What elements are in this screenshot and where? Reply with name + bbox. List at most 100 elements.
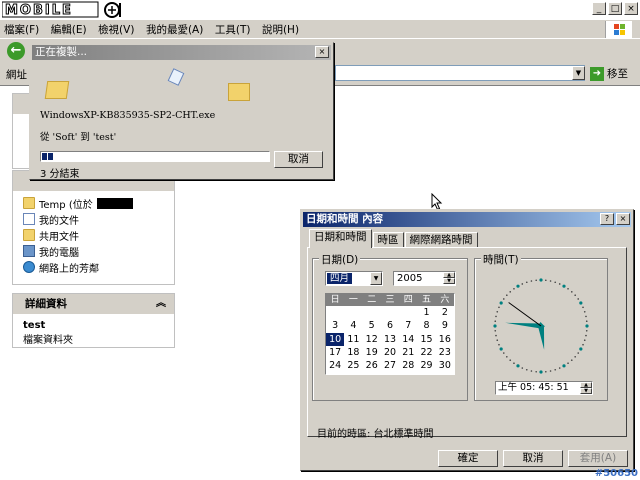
link-my-computer[interactable]: 我的電腦 <box>23 243 164 259</box>
minute-tick <box>509 359 512 361</box>
calendar-day[interactable]: 23 <box>436 346 454 359</box>
link-shared-documents[interactable]: 共用文件 <box>23 227 164 243</box>
year-value: 2005 <box>397 273 423 284</box>
tab-date-time[interactable]: 日期和時間 <box>309 229 372 248</box>
link-temp[interactable]: Temp (位於 <box>23 195 164 211</box>
hour-tick <box>516 364 520 368</box>
minute-tick <box>521 367 524 369</box>
back-arrow-icon[interactable]: ← <box>7 42 25 60</box>
calendar-day[interactable]: 10 <box>326 332 345 346</box>
calendar-day[interactable]: 30 <box>436 359 454 372</box>
minute-tick <box>570 291 573 293</box>
month-select[interactable]: 四月 ▼ <box>325 271 383 286</box>
dialog-close-button[interactable]: × <box>616 213 630 225</box>
weekday-header: 日 <box>330 295 340 305</box>
calendar-day[interactable]: 21 <box>399 346 417 359</box>
cancel-button[interactable]: 取消 <box>503 450 563 467</box>
calendar-blank <box>344 306 362 319</box>
minute-tick <box>558 367 561 369</box>
calendar-day[interactable]: 8 <box>417 319 435 332</box>
calendar-day[interactable]: 7 <box>399 319 417 332</box>
maximize-button[interactable]: □ <box>608 2 622 15</box>
other-places-list: Temp (位於 我的文件 共用文件 我的電腦 網路上的芳鄰 <box>13 191 174 279</box>
calendar-day[interactable]: 15 <box>417 333 435 346</box>
calendar-day[interactable]: 13 <box>381 333 399 346</box>
calendar-day[interactable]: 14 <box>399 333 417 346</box>
link-network-places[interactable]: 網路上的芳鄰 <box>23 259 164 275</box>
minute-tick <box>554 281 557 284</box>
details-title: 詳細資料 <box>25 298 67 310</box>
menu-view[interactable]: 檢視(V) <box>94 20 138 37</box>
help-button[interactable]: ? <box>600 213 614 225</box>
minute-tick <box>502 298 505 300</box>
tab-time-zone[interactable]: 時區 <box>372 232 404 248</box>
calendar-day[interactable]: 27 <box>381 359 399 372</box>
calendar-day[interactable]: 24 <box>326 359 344 372</box>
calendar-day[interactable]: 16 <box>436 333 454 346</box>
watermark: #50650 <box>594 468 638 479</box>
hour-tick <box>539 370 543 374</box>
copy-cancel-button[interactable]: 取消 <box>274 151 323 168</box>
go-button[interactable]: ➜ 移至 <box>590 66 628 81</box>
spin-down-icon[interactable]: ▼ <box>443 278 455 284</box>
weekday-header: 一 <box>348 295 358 305</box>
calendar-day[interactable]: 25 <box>344 359 362 372</box>
flying-document-icon <box>167 68 185 86</box>
address-input[interactable] <box>335 65 585 81</box>
ok-button[interactable]: 確定 <box>438 450 498 467</box>
minute-tick <box>506 355 508 358</box>
minute-tick <box>570 359 573 361</box>
time-spin-buttons: ▲ ▼ <box>580 382 592 395</box>
calendar-day[interactable]: 1 <box>417 306 435 319</box>
close-button[interactable]: × <box>624 2 638 15</box>
calendar-blank <box>381 306 399 319</box>
calendar-day[interactable]: 2 <box>436 306 454 319</box>
minute-tick <box>549 370 552 372</box>
link-my-documents[interactable]: 我的文件 <box>23 211 164 227</box>
calendar-day[interactable]: 18 <box>344 346 362 359</box>
menu-edit[interactable]: 編輯(E) <box>47 20 91 37</box>
spin-down-icon[interactable]: ▼ <box>580 388 592 394</box>
minimize-button[interactable]: _ <box>592 2 606 15</box>
calendar-day[interactable]: 17 <box>326 346 344 359</box>
calendar-day[interactable]: 26 <box>363 359 381 372</box>
address-dropdown-icon[interactable]: ▼ <box>572 66 585 80</box>
collapse-chevron-icon[interactable]: ︽ <box>156 294 166 314</box>
date-time-panel: 日期(D) 四月 ▼ 2005 ▲ ▼ 日一二三四五六 1 2 3 4 5 6 7 8 9 10 1… <box>307 247 627 440</box>
details-body: test 檔案資料夾 <box>13 314 174 350</box>
calendar-day[interactable]: 19 <box>363 346 381 359</box>
redacted-block <box>96 197 133 209</box>
weekday-header: 四 <box>403 295 413 305</box>
calendar-day[interactable]: 3 <box>326 319 344 332</box>
menu-tools[interactable]: 工具(T) <box>211 20 255 37</box>
calendar-day[interactable]: 22 <box>417 346 435 359</box>
calendar-day[interactable]: 20 <box>381 346 399 359</box>
minute-tick <box>496 339 499 342</box>
details-pane: 詳細資料 ︽ test 檔案資料夾 <box>12 293 175 348</box>
document-icon <box>23 213 35 225</box>
calendar-day[interactable]: 28 <box>399 359 417 372</box>
calendar-day[interactable]: 4 <box>344 319 362 332</box>
chevron-down-icon[interactable]: ▼ <box>370 272 382 285</box>
tab-internet-time[interactable]: 網際網路時間 <box>404 232 478 248</box>
minute-tick <box>530 280 533 282</box>
copy-close-icon[interactable]: × <box>315 46 329 58</box>
minute-tick <box>525 368 528 371</box>
time-spinner[interactable]: 上午 05: 45: 51 ▲ ▼ <box>495 381 593 395</box>
details-header[interactable]: 詳細資料 ︽ <box>13 294 174 314</box>
apply-button[interactable]: 套用(A) <box>568 450 628 467</box>
menu-favorites[interactable]: 我的最愛(A) <box>142 20 207 37</box>
details-type: 檔案資料夾 <box>23 335 73 346</box>
minute-tick <box>574 355 576 358</box>
calendar-day[interactable]: 5 <box>363 319 381 332</box>
calendar-day[interactable]: 11 <box>344 333 362 346</box>
calendar-day[interactable]: 9 <box>436 319 454 332</box>
time-value: 上午 05: 45: 51 <box>498 382 569 393</box>
menu-help[interactable]: 說明(H) <box>258 20 303 37</box>
calendar-day[interactable]: 29 <box>417 359 435 372</box>
menu-file[interactable]: 檔案(F) <box>0 20 43 37</box>
minute-tick <box>495 334 497 337</box>
year-spinner[interactable]: 2005 ▲ ▼ <box>393 271 456 286</box>
calendar-day[interactable]: 12 <box>363 333 381 346</box>
calendar-day[interactable]: 6 <box>381 319 399 332</box>
